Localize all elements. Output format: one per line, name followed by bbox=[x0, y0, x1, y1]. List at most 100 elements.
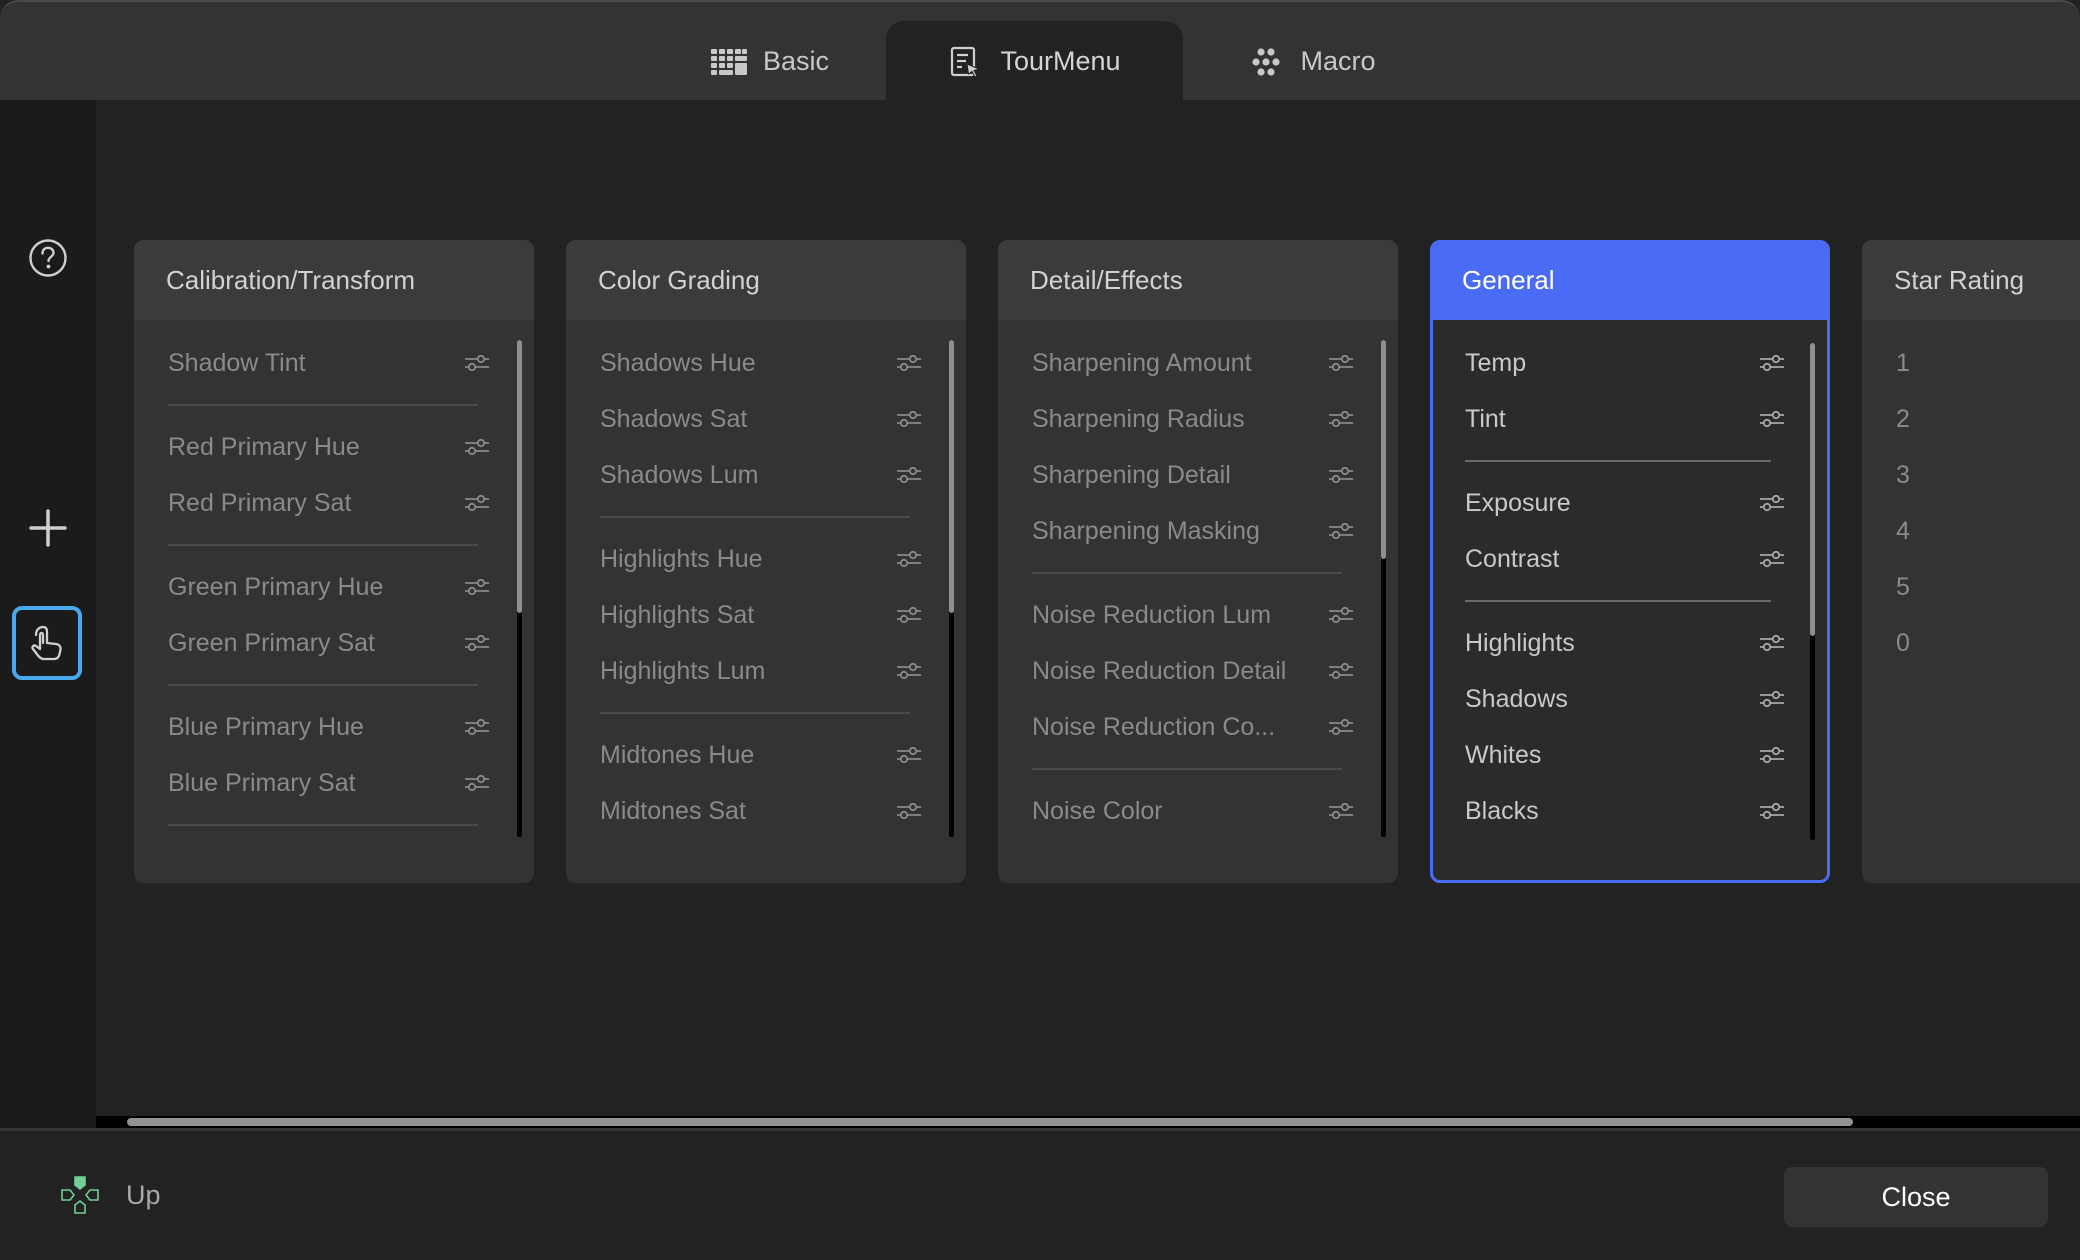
slider-settings-button[interactable] bbox=[896, 466, 922, 484]
menu-item[interactable]: Red Primary Hue bbox=[134, 419, 534, 475]
menu-item[interactable]: Noise Reduction Detail bbox=[998, 643, 1398, 699]
menu-item[interactable]: Shadows bbox=[1433, 671, 1827, 727]
menu-item[interactable]: Contrast bbox=[1433, 531, 1827, 587]
slider-settings-button[interactable] bbox=[896, 606, 922, 624]
menu-item[interactable]: Highlights bbox=[1433, 615, 1827, 671]
slider-settings-button[interactable] bbox=[464, 354, 490, 372]
menu-item[interactable]: Noise Reduction Co... bbox=[998, 699, 1398, 755]
menu-item[interactable]: 3 bbox=[1862, 447, 2080, 503]
category-card-title[interactable]: Star Rating bbox=[1862, 240, 2080, 320]
menu-item[interactable]: Shadow Tint bbox=[134, 335, 534, 391]
menu-item[interactable]: Blue Primary Sat bbox=[134, 755, 534, 811]
menu-item[interactable]: Shadows Hue bbox=[566, 335, 966, 391]
vertical-scrollbar-thumb[interactable] bbox=[1810, 343, 1815, 636]
slider-settings-button[interactable] bbox=[1759, 550, 1785, 568]
menu-item[interactable]: Shadows Sat bbox=[566, 391, 966, 447]
horizontal-scrollbar[interactable] bbox=[96, 1116, 2080, 1128]
slider-settings-button[interactable] bbox=[896, 802, 922, 820]
menu-item[interactable]: 5 bbox=[1862, 559, 2080, 615]
menu-item[interactable]: Highlights Lum bbox=[566, 643, 966, 699]
slider-settings-button[interactable] bbox=[464, 718, 490, 736]
slider-settings-icon bbox=[897, 802, 921, 820]
menu-item[interactable]: Blacks bbox=[1433, 783, 1827, 839]
slider-settings-button[interactable] bbox=[1328, 662, 1354, 680]
menu-item[interactable]: Highlights Hue bbox=[566, 531, 966, 587]
slider-settings-button[interactable] bbox=[896, 746, 922, 764]
touch-mode-button[interactable] bbox=[12, 606, 82, 680]
vertical-scrollbar-thumb[interactable] bbox=[1381, 340, 1386, 559]
menu-item[interactable]: Red Primary Sat bbox=[134, 475, 534, 531]
slider-settings-button[interactable] bbox=[1759, 802, 1785, 820]
category-card-title[interactable]: General bbox=[1433, 243, 1827, 320]
slider-settings-button[interactable] bbox=[896, 662, 922, 680]
menu-item[interactable]: Sharpening Detail bbox=[998, 447, 1398, 503]
menu-item[interactable]: Temp bbox=[1433, 335, 1827, 391]
slider-settings-icon bbox=[1760, 746, 1784, 764]
slider-settings-button[interactable] bbox=[896, 550, 922, 568]
category-card[interactable]: Color Grading Shadows Hue Shadows Sat Shado… bbox=[566, 240, 966, 883]
slider-settings-icon bbox=[465, 494, 489, 512]
slider-settings-button[interactable] bbox=[1759, 410, 1785, 428]
menu-item[interactable]: Noise Reduction Lum bbox=[998, 587, 1398, 643]
slider-settings-button[interactable] bbox=[1328, 606, 1354, 624]
category-card-title[interactable]: Calibration/Transform bbox=[134, 240, 534, 320]
menu-item[interactable]: Midtones Hue bbox=[566, 727, 966, 783]
category-card-title[interactable]: Color Grading bbox=[566, 240, 966, 320]
menu-item[interactable]: 0 bbox=[1862, 615, 2080, 671]
slider-settings-button[interactable] bbox=[464, 578, 490, 596]
menu-item[interactable]: Noise Color bbox=[998, 783, 1398, 839]
vertical-scrollbar-thumb[interactable] bbox=[517, 340, 522, 613]
slider-settings-button[interactable] bbox=[896, 354, 922, 372]
menu-item[interactable]: 2 bbox=[1862, 391, 2080, 447]
category-card[interactable]: General Temp Tint Exposure Contrast Highlight… bbox=[1430, 240, 1830, 883]
slider-settings-button[interactable] bbox=[1328, 466, 1354, 484]
menu-item[interactable]: Green Primary Hue bbox=[134, 559, 534, 615]
category-card[interactable]: Detail/Effects Sharpening Amount Sharpenin… bbox=[998, 240, 1398, 883]
slider-settings-button[interactable] bbox=[1328, 410, 1354, 428]
add-button[interactable] bbox=[24, 504, 72, 552]
menu-item[interactable]: Green Primary Sat bbox=[134, 615, 534, 671]
menu-item[interactable]: Sharpening Radius bbox=[998, 391, 1398, 447]
menu-item[interactable]: Midtones Sat bbox=[566, 783, 966, 839]
category-card[interactable]: Star Rating 1 2 3 4 5 0 bbox=[1862, 240, 2080, 883]
slider-settings-button[interactable] bbox=[464, 634, 490, 652]
vertical-scrollbar[interactable] bbox=[1810, 343, 1815, 840]
slider-settings-button[interactable] bbox=[1759, 354, 1785, 372]
slider-settings-button[interactable] bbox=[1759, 746, 1785, 764]
category-card-title[interactable]: Detail/Effects bbox=[998, 240, 1398, 320]
slider-settings-button[interactable] bbox=[464, 494, 490, 512]
slider-settings-button[interactable] bbox=[1759, 690, 1785, 708]
close-button[interactable]: Close bbox=[1784, 1167, 2048, 1227]
vertical-scrollbar[interactable] bbox=[517, 340, 522, 837]
menu-item[interactable]: Whites bbox=[1433, 727, 1827, 783]
slider-settings-button[interactable] bbox=[464, 438, 490, 456]
slider-settings-button[interactable] bbox=[1328, 522, 1354, 540]
slider-settings-button[interactable] bbox=[464, 774, 490, 792]
tab-macro[interactable]: Macro bbox=[1232, 21, 1392, 102]
slider-settings-button[interactable] bbox=[1328, 354, 1354, 372]
menu-item[interactable]: Highlights Sat bbox=[566, 587, 966, 643]
slider-settings-icon bbox=[1329, 718, 1353, 736]
tab-tourmenu[interactable]: TourMenu bbox=[886, 21, 1183, 102]
slider-settings-button[interactable] bbox=[1328, 718, 1354, 736]
slider-settings-button[interactable] bbox=[896, 410, 922, 428]
slider-settings-icon bbox=[1329, 466, 1353, 484]
vertical-scrollbar[interactable] bbox=[949, 340, 954, 837]
menu-item[interactable]: Sharpening Masking bbox=[998, 503, 1398, 559]
category-card[interactable]: Calibration/Transform Shadow Tint Red Prim… bbox=[134, 240, 534, 883]
menu-item[interactable]: Exposure bbox=[1433, 475, 1827, 531]
slider-settings-button[interactable] bbox=[1328, 802, 1354, 820]
help-button[interactable] bbox=[24, 234, 72, 282]
menu-item[interactable]: Blue Primary Hue bbox=[134, 699, 534, 755]
slider-settings-button[interactable] bbox=[1759, 494, 1785, 512]
vertical-scrollbar[interactable] bbox=[1381, 340, 1386, 837]
vertical-scrollbar-thumb[interactable] bbox=[949, 340, 954, 613]
menu-item[interactable]: Shadows Lum bbox=[566, 447, 966, 503]
horizontal-scrollbar-thumb[interactable] bbox=[127, 1118, 1853, 1126]
menu-item[interactable]: Sharpening Amount bbox=[998, 335, 1398, 391]
menu-item[interactable]: 1 bbox=[1862, 335, 2080, 391]
menu-item[interactable]: Tint bbox=[1433, 391, 1827, 447]
slider-settings-button[interactable] bbox=[1759, 634, 1785, 652]
tab-basic[interactable]: Basic bbox=[690, 21, 850, 102]
menu-item[interactable]: 4 bbox=[1862, 503, 2080, 559]
